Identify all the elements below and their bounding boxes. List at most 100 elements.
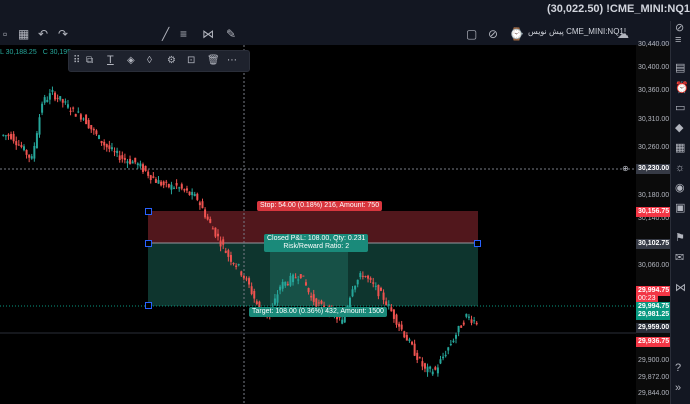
candle-body: [121, 155, 124, 159]
line-color-icon[interactable]: ◊: [147, 55, 152, 67]
calendar-icon[interactable]: ▦: [675, 143, 685, 154]
candle-body: [289, 275, 292, 286]
target-label: Target: 108.00 (0.36%) 432, Amount: 1500: [249, 307, 387, 317]
target-handle[interactable]: [145, 302, 152, 309]
chart-area[interactable]: [0, 45, 636, 404]
candle-body: [2, 134, 5, 136]
candle-body: [116, 150, 119, 154]
candlestick-chart[interactable]: [0, 45, 636, 404]
candle-body: [351, 289, 354, 297]
entry-handle-left[interactable]: [145, 240, 152, 247]
notes-icon[interactable]: ✉: [675, 253, 684, 264]
lock-icon[interactable]: ⊡: [187, 55, 195, 67]
candle-body: [188, 191, 191, 196]
candle-body: [20, 145, 23, 147]
stop-handle[interactable]: [145, 208, 152, 215]
more-icon[interactable]: ⋯: [227, 55, 237, 67]
text-color-icon[interactable]: T: [107, 54, 114, 66]
share-icon[interactable]: ⋈: [675, 283, 686, 294]
drag-handle-icon[interactable]: ⠿: [73, 55, 80, 67]
candle-body: [398, 323, 401, 327]
candle-body: [139, 163, 142, 167]
candle-body: [372, 282, 375, 284]
entry-price-tag: 30,102.75: [636, 239, 672, 249]
pulse-icon[interactable]: ◉: [675, 183, 685, 194]
candle-body: [185, 188, 188, 191]
rocket-icon[interactable]: ⚑: [675, 233, 685, 244]
help-icon[interactable]: ?: [675, 363, 681, 374]
candle-body: [253, 290, 256, 299]
window-icon[interactable]: ▢: [466, 28, 477, 40]
layers-icon[interactable]: ◆: [675, 123, 683, 134]
candle-body: [413, 343, 416, 356]
line-tool-icon[interactable]: ╱: [162, 28, 169, 40]
candle-body: [126, 161, 129, 164]
fib-icon[interactable]: ≡: [180, 28, 187, 40]
delete-icon[interactable]: 🗑: [207, 55, 220, 67]
cloud-icon[interactable]: ☁: [617, 28, 629, 40]
candle-body: [423, 363, 426, 369]
candle-body: [64, 101, 67, 103]
undo-icon[interactable]: ↶: [38, 28, 48, 40]
candle-body: [297, 279, 300, 281]
candle-body: [470, 319, 473, 323]
candle-body: [25, 150, 28, 155]
candle-body: [242, 275, 245, 279]
candle-body: [46, 99, 49, 102]
news-icon[interactable]: ▣: [675, 203, 685, 214]
grid-icon[interactable]: ▦: [18, 28, 29, 40]
price-tick: 30,440.00: [638, 41, 670, 48]
candle-body: [167, 184, 170, 188]
candle-body: [240, 271, 243, 276]
alerts-icon[interactable]: ⏰: [675, 83, 689, 94]
candle-body: [43, 97, 46, 103]
candle-body: [382, 292, 385, 300]
profit-fill: [270, 243, 348, 306]
candle-body: [77, 111, 80, 113]
candle-body: [160, 181, 163, 186]
template-icon[interactable]: ⧉: [86, 55, 93, 67]
candle-body: [462, 322, 465, 325]
price-tick: 30,360.00: [638, 87, 670, 94]
candle-body: [211, 228, 214, 230]
pattern-icon[interactable]: ⋈: [202, 28, 214, 40]
candle-body: [411, 341, 414, 345]
expand-icon[interactable]: »: [675, 383, 681, 394]
price-axis[interactable]: [636, 45, 670, 404]
candle-body: [33, 145, 36, 159]
watchlist-icon[interactable]: ▤: [675, 63, 685, 74]
candle-body: [460, 325, 463, 328]
candle-body: [154, 179, 157, 183]
alert-icon[interactable]: ⌚: [509, 28, 524, 40]
candle-body: [217, 233, 220, 237]
pnl-box: Closed P&L: 108.00, Qty: 0.231 Risk/Rewa…: [264, 234, 369, 252]
entry-handle-right[interactable]: [474, 240, 481, 247]
redo-icon[interactable]: ↷: [58, 28, 68, 40]
settings-icon[interactable]: ⚙: [167, 55, 176, 67]
candle-body: [180, 184, 183, 189]
brush-icon[interactable]: ✎: [226, 28, 236, 40]
menu-icon[interactable]: ≡: [675, 35, 681, 46]
candle-body: [17, 144, 20, 146]
symbol-label[interactable]: پیش نویس CME_MINI:NQ1!: [528, 27, 626, 36]
ideas-icon[interactable]: ☼: [675, 163, 685, 174]
candle-body: [22, 146, 25, 151]
eye-off-icon[interactable]: ⊘: [675, 23, 684, 34]
visibility-icon[interactable]: ⊘: [488, 28, 498, 40]
chat-icon[interactable]: ▭: [675, 103, 685, 114]
candle-body: [302, 275, 305, 277]
candle-body: [51, 90, 54, 92]
plus-icon[interactable]: ⊕: [622, 164, 629, 173]
candle-body: [48, 93, 51, 100]
price-tick: 29,844.00: [638, 390, 670, 397]
candle-body: [224, 250, 227, 253]
price-tick: 30,180.00: [638, 192, 670, 199]
candle-body: [294, 277, 297, 279]
candle-body: [364, 276, 367, 278]
square-icon[interactable]: ▫: [3, 28, 7, 40]
candle-body: [7, 134, 10, 137]
candle-body: [72, 107, 75, 109]
candle-body: [123, 157, 126, 160]
fill-color-icon[interactable]: ◈: [127, 55, 135, 67]
window-title: (30,022.50) !CME_MINI:NQ1: [546, 3, 690, 15]
